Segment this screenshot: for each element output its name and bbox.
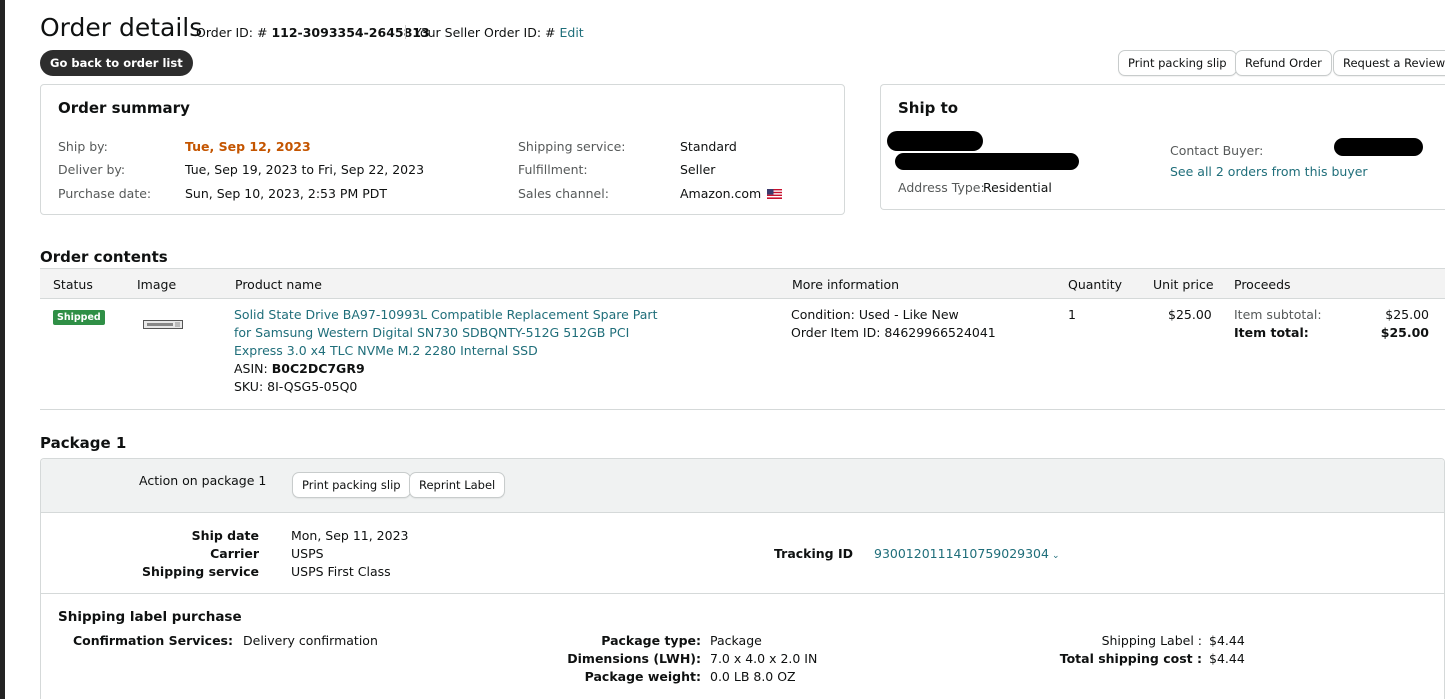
carrier-value: USPS xyxy=(291,546,324,561)
tracking-id[interactable]: 9300120111410759029304 ⌄ xyxy=(874,546,1060,561)
package-weight-value: 0.0 LB 8.0 OZ xyxy=(710,669,796,684)
dimensions-value: 7.0 x 4.0 x 2.0 IN xyxy=(710,651,818,666)
back-to-order-list-button[interactable]: Go back to order list xyxy=(40,50,193,76)
product-name-line2[interactable]: for Samsung Western Digital SN730 SDBQNT… xyxy=(234,325,629,340)
sku: SKU: 8I-QSG5-05Q0 xyxy=(234,379,357,394)
package-service-label: Shipping service xyxy=(142,564,259,579)
redacted-contact[interactable] xyxy=(1334,138,1423,156)
contact-buyer-label: Contact Buyer: xyxy=(1170,143,1264,158)
address-type-label: Address Type: xyxy=(898,180,985,195)
ship-by-label: Ship by: xyxy=(58,139,108,154)
item-condition: Condition: Used - Like New xyxy=(791,307,959,322)
asin-value: B0C2DC7GR9 xyxy=(271,361,365,376)
sales-channel-label: Sales channel: xyxy=(518,186,609,201)
package-divider xyxy=(41,593,1444,594)
deliver-by-value: Tue, Sep 19, 2023 to Fri, Sep 22, 2023 xyxy=(185,162,425,177)
col-status: Status xyxy=(53,277,93,292)
item-unit-price: $25.00 xyxy=(1168,307,1212,322)
address-type-value: Residential xyxy=(983,180,1052,195)
item-subtotal-label: Item subtotal: xyxy=(1234,307,1322,322)
item-subtotal-value: $25.00 xyxy=(1385,307,1429,322)
order-contents-header: Status Image Product name More informati… xyxy=(40,268,1445,299)
package-service-value: USPS First Class xyxy=(291,564,391,579)
package-action-label: Action on package 1 xyxy=(139,473,267,488)
sku-label: SKU: xyxy=(234,379,268,394)
package-type-label: Package type: xyxy=(601,633,701,648)
sales-channel-value: Amazon.com xyxy=(680,186,762,201)
item-quantity: 1 xyxy=(1068,307,1076,322)
order-item-id: Order Item ID: 84629966524041 xyxy=(791,325,996,340)
dimensions-label: Dimensions (LWH): xyxy=(567,651,701,666)
product-image[interactable] xyxy=(143,320,183,329)
col-image: Image xyxy=(137,277,177,292)
fulfillment-label: Fulfillment: xyxy=(518,162,588,177)
see-all-orders-link[interactable]: See all 2 orders from this buyer xyxy=(1170,164,1368,179)
package-actions-bar: Action on package 1 Print packing slip R… xyxy=(41,459,1444,513)
purchase-date-value: Sun, Sep 10, 2023, 2:53 PM PDT xyxy=(185,186,388,201)
redacted-address xyxy=(895,153,1079,170)
table-divider xyxy=(40,409,1445,410)
total-shipping-cost-label: Total shipping cost : xyxy=(1059,651,1202,666)
shipping-service-value: Standard xyxy=(680,139,737,154)
refund-order-button[interactable]: Refund Order xyxy=(1235,50,1332,76)
package-type-value: Package xyxy=(710,633,762,648)
shipping-label-cost-value: $4.44 xyxy=(1209,633,1245,648)
shipping-service-label: Shipping service: xyxy=(518,139,626,154)
purchase-date-label: Purchase date: xyxy=(58,186,152,201)
status-badge: Shipped xyxy=(53,308,105,325)
product-name-line1[interactable]: Solid State Drive BA97-10993L Compatible… xyxy=(234,307,657,322)
confirmation-value: Delivery confirmation xyxy=(243,633,378,648)
seller-order-id-label: Your Seller Order ID: # xyxy=(414,25,560,40)
sku-value: 8I-QSG5-05Q0 xyxy=(267,379,358,394)
redacted-name xyxy=(887,131,983,151)
chevron-down-icon[interactable]: ⌄ xyxy=(1052,551,1060,561)
reprint-label-button[interactable]: Reprint Label xyxy=(409,472,506,498)
carrier-label: Carrier xyxy=(210,546,259,561)
package-weight-label: Package weight: xyxy=(584,669,701,684)
total-shipping-cost-value: $4.44 xyxy=(1209,651,1245,666)
seller-order-id: Your Seller Order ID: # Edit xyxy=(414,25,584,40)
deliver-by-label: Deliver by: xyxy=(58,162,126,177)
page-title: Order details xyxy=(40,13,203,42)
ship-to-panel: Ship to Address Type: Residential Contac… xyxy=(880,84,1445,210)
label-purchase-title: Shipping label purchase xyxy=(58,609,242,625)
package-print-slip-button[interactable]: Print packing slip xyxy=(292,472,411,498)
us-flag-icon xyxy=(767,189,783,199)
fulfillment-value: Seller xyxy=(680,162,716,177)
col-product-name: Product name xyxy=(235,277,322,292)
status-badge-label: Shipped xyxy=(53,310,105,325)
ship-date-value: Mon, Sep 11, 2023 xyxy=(291,528,409,543)
order-contents-title: Order contents xyxy=(40,248,168,266)
shipping-label-cost-label: Shipping Label : xyxy=(1101,633,1202,648)
item-total-value: $25.00 xyxy=(1380,325,1429,340)
sales-channel: Amazon.com xyxy=(680,186,783,201)
col-unit-price: Unit price xyxy=(1153,277,1214,292)
package-title: Package 1 xyxy=(40,434,127,452)
package-panel: Action on package 1 Print packing slip R… xyxy=(40,458,1445,699)
ship-to-title: Ship to xyxy=(898,99,959,117)
asin-label: ASIN: xyxy=(234,361,272,376)
order-id-label: Order ID: # xyxy=(196,25,272,40)
window-left-edge xyxy=(0,0,5,699)
col-more-info: More information xyxy=(792,277,900,292)
product-name-line3[interactable]: Express 3.0 x4 TLC NVMe M.2 2280 Interna… xyxy=(234,343,538,358)
print-packing-slip-button[interactable]: Print packing slip xyxy=(1118,50,1237,76)
header-divider xyxy=(405,25,406,39)
item-total-label: Item total: xyxy=(1234,325,1309,340)
seller-order-edit-link[interactable]: Edit xyxy=(559,25,583,40)
tracking-id-label: Tracking ID xyxy=(774,546,853,561)
order-summary-panel: Order summary Ship by: Tue, Sep 12, 2023… xyxy=(40,84,845,215)
asin: ASIN: B0C2DC7GR9 xyxy=(234,361,365,376)
col-proceeds: Proceeds xyxy=(1234,277,1291,292)
confirmation-label: Confirmation Services: xyxy=(72,633,233,648)
tracking-id-value[interactable]: 9300120111410759029304 xyxy=(874,546,1049,561)
request-review-button[interactable]: Request a Review xyxy=(1333,50,1445,76)
ship-by-value: Tue, Sep 12, 2023 xyxy=(185,139,311,154)
col-quantity: Quantity xyxy=(1068,277,1123,292)
order-id: Order ID: # 112-3093354-2645813 xyxy=(196,25,430,40)
ship-date-label: Ship date xyxy=(191,528,259,543)
order-summary-title: Order summary xyxy=(58,99,190,117)
